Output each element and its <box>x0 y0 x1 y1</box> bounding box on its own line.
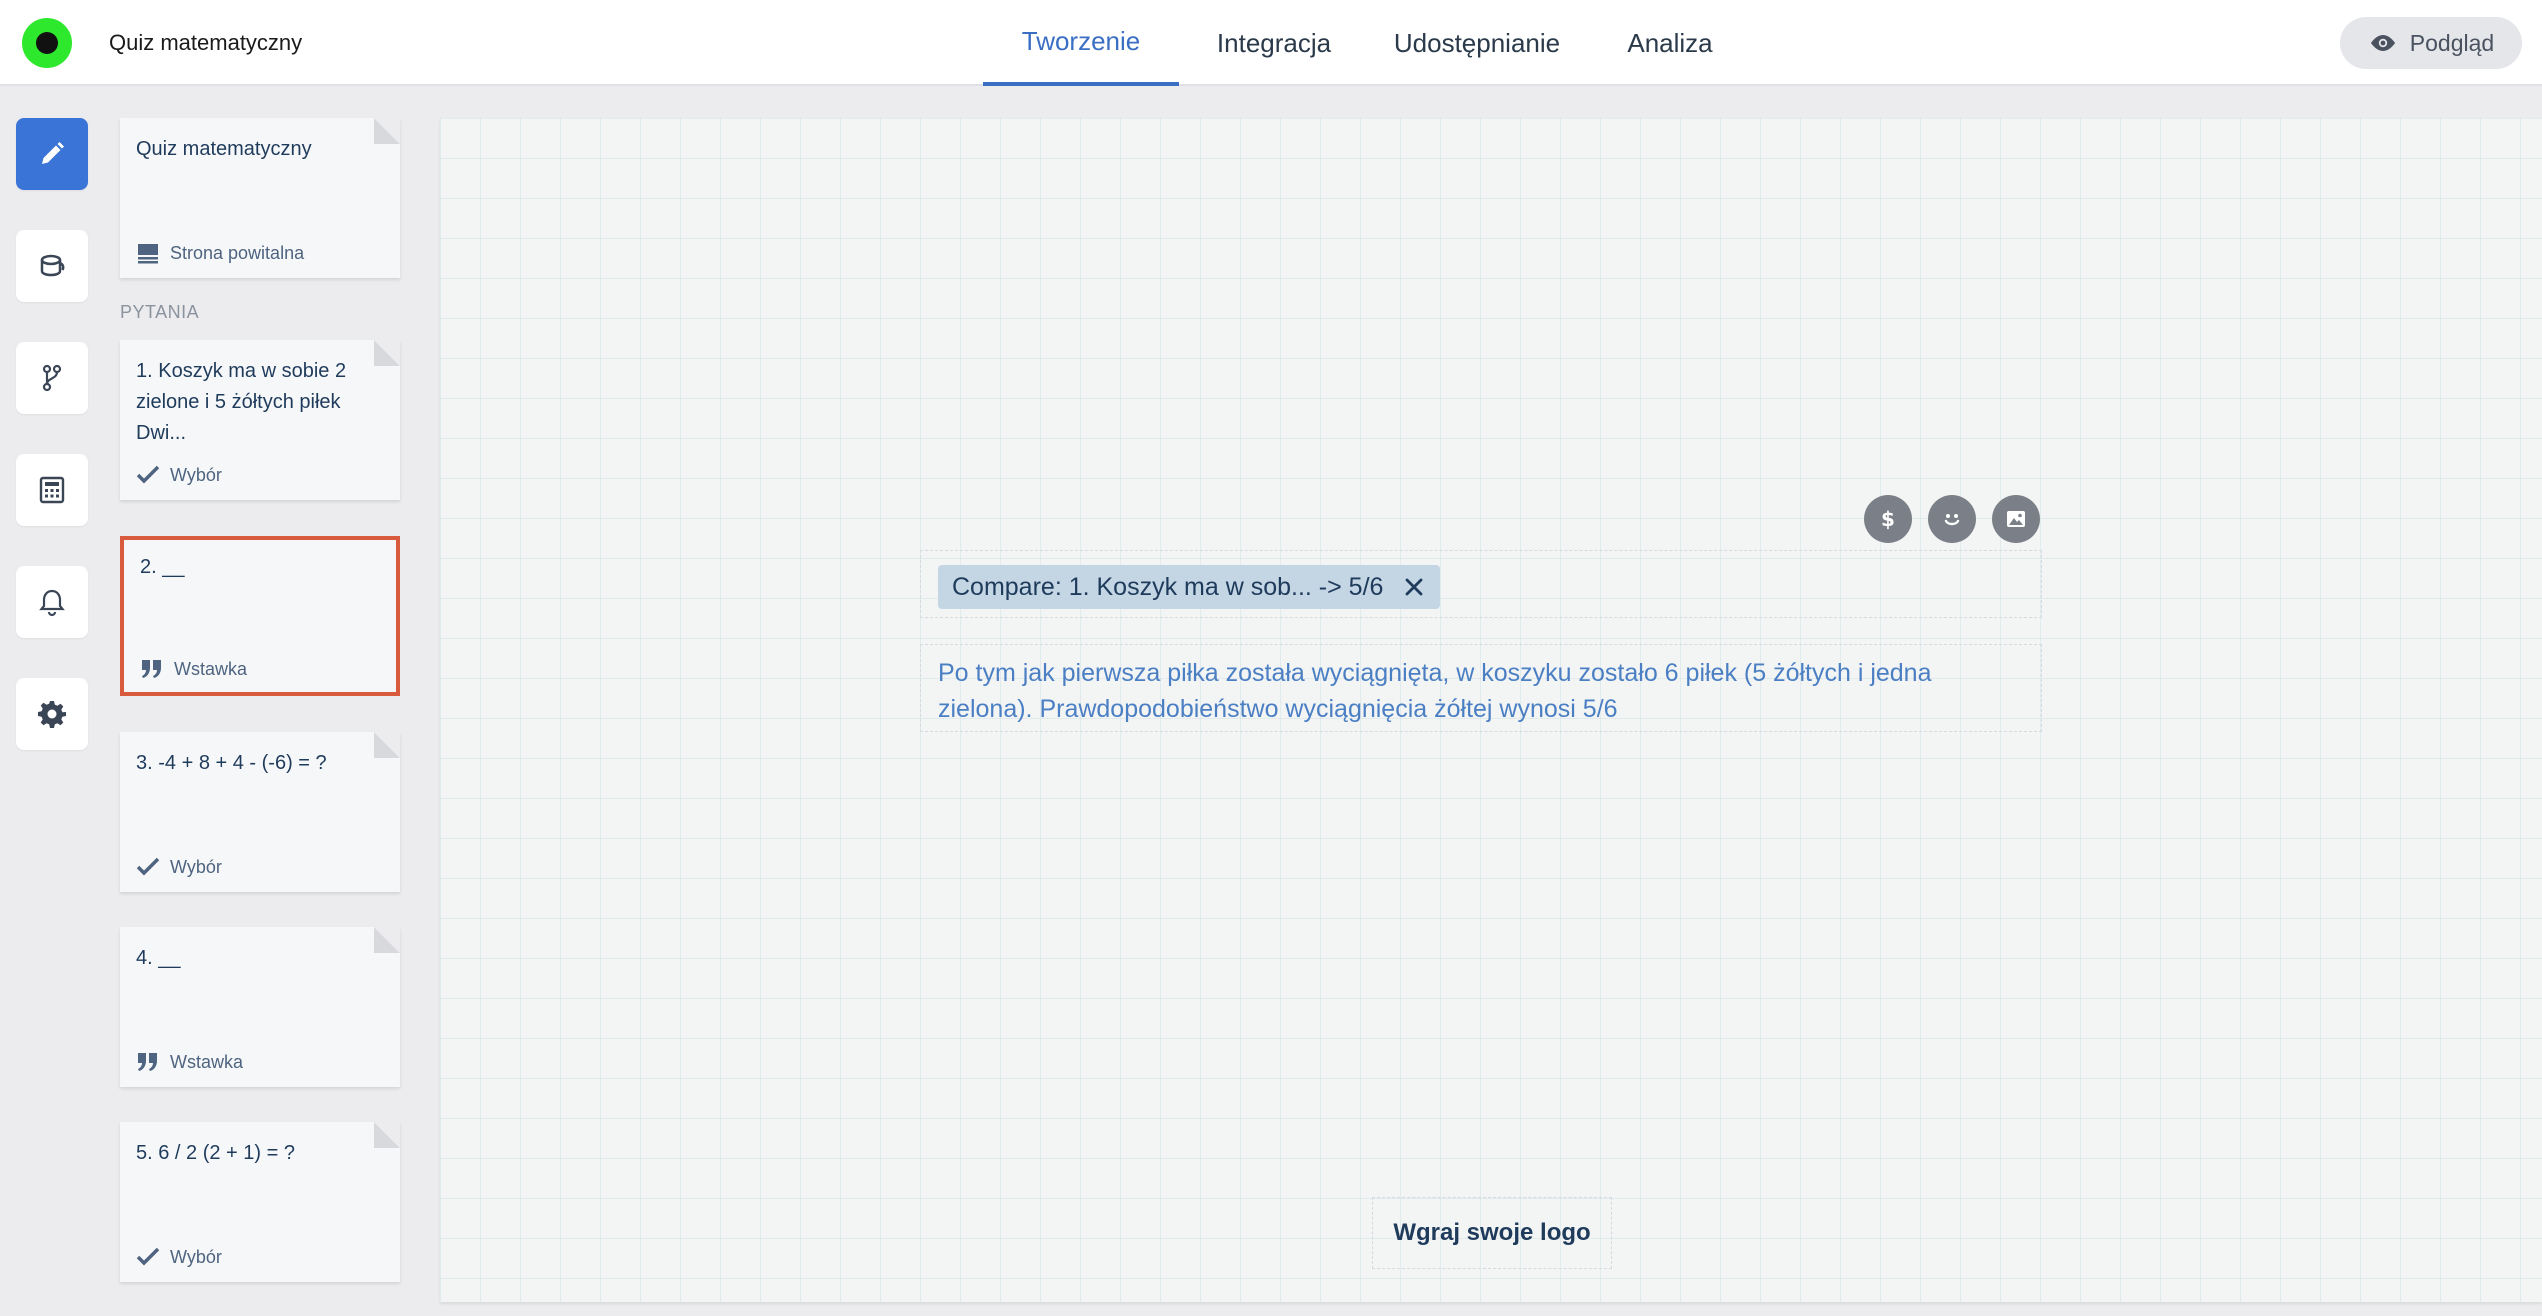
card-type: Wybór <box>136 1246 222 1268</box>
rail-notifications-button[interactable] <box>16 566 88 638</box>
checkmark-icon <box>136 857 160 876</box>
tab-udostepnianie[interactable]: Udostępnianie <box>1369 0 1585 86</box>
card-fold <box>374 340 400 366</box>
add-emoji-button[interactable] <box>1928 495 1976 543</box>
card-type-label: Wstawka <box>174 658 248 679</box>
compare-chip[interactable]: Compare: 1. Koszyk ma w sob... -> 5/6 <box>938 565 1440 609</box>
quote-icon <box>142 660 161 678</box>
question-card-selected[interactable]: 2. __ Wstawka <box>120 536 400 696</box>
question-card[interactable]: 3. -4 + 8 + 4 - (-6) = ? Wybór <box>120 732 400 892</box>
card-type-label: Wybór <box>170 1246 222 1267</box>
checkmark-icon <box>136 465 160 484</box>
quote-icon <box>138 1053 157 1071</box>
rail-logic-button[interactable] <box>16 342 88 414</box>
card-type-label: Wybór <box>170 464 222 485</box>
welcome-page-card[interactable]: Quiz matematyczny Strona powitalna <box>120 118 400 278</box>
app-logo[interactable] <box>22 18 72 68</box>
branch-icon <box>42 364 62 392</box>
paint-bucket-icon <box>40 254 65 277</box>
card-type: Wstawka <box>140 658 247 680</box>
compare-chip-label: Compare: 1. Koszyk ma w sob... -> 5/6 <box>952 572 1384 601</box>
add-score-button[interactable]: $ <box>1864 495 1912 543</box>
question-text: 1. Koszyk ma w sobie 2 zielone i 5 żółty… <box>136 360 347 444</box>
main-tabs: Tworzenie Integracja Udostępnianie Anali… <box>983 0 1755 86</box>
question-card[interactable]: 4. __ Wstawka <box>120 927 400 1087</box>
app-title: Quiz matematyczny <box>109 30 303 55</box>
rail-settings-button[interactable] <box>16 678 88 750</box>
calculator-icon <box>39 476 65 504</box>
questions-section-label: PYTANIA <box>120 302 200 322</box>
welcome-card-title: Quiz matematyczny <box>136 138 312 160</box>
question-text: 3. -4 + 8 + 4 - (-6) = ? <box>136 752 327 774</box>
preview-label: Podgląd <box>2409 29 2495 56</box>
question-text: 4. __ <box>136 947 181 969</box>
top-bar: Quiz matematyczny Tworzenie Integracja U… <box>0 0 2542 86</box>
card-type: Wstawka <box>136 1051 243 1073</box>
card-fold <box>374 732 400 758</box>
card-type: Wybór <box>136 856 222 878</box>
card-fold <box>374 1122 400 1148</box>
upload-logo-button[interactable]: Wgraj swoje logo <box>1372 1197 1612 1269</box>
bell-icon <box>39 589 65 617</box>
preview-button[interactable]: Podgląd <box>2340 17 2522 69</box>
welcome-page-icon <box>138 244 158 264</box>
card-type-label: Strona powitalna <box>170 242 305 263</box>
rail-edit-button[interactable] <box>16 118 88 190</box>
image-icon <box>2007 511 2025 527</box>
answer-text-box[interactable]: Po tym jak pierwsza piłka została wyciąg… <box>920 644 2042 732</box>
svg-text:$: $ <box>1881 507 1895 531</box>
tab-analiza[interactable]: Analiza <box>1585 0 1755 86</box>
eye-icon <box>2370 35 2395 51</box>
question-card[interactable]: 5. 6 / 2 (2 + 1) = ? Wybór <box>120 1122 400 1282</box>
checkmark-icon <box>136 1247 160 1266</box>
card-fold <box>374 927 400 953</box>
tab-integracja[interactable]: Integracja <box>1179 0 1369 86</box>
card-type: Strona powitalna <box>136 242 304 264</box>
rail-design-button[interactable] <box>16 230 88 302</box>
pencil-icon <box>42 142 64 164</box>
tab-tworzenie[interactable]: Tworzenie <box>983 0 1179 86</box>
question-text: 2. __ <box>140 556 185 578</box>
add-image-button[interactable] <box>1992 495 2040 543</box>
card-type: Wybór <box>136 464 222 486</box>
smiley-icon <box>1944 514 1960 526</box>
card-type-label: Wybór <box>170 856 222 877</box>
rail-calculator-button[interactable] <box>16 454 88 526</box>
question-card[interactable]: 1. Koszyk ma w sobie 2 zielone i 5 żółty… <box>120 340 400 500</box>
dollar-icon: $ <box>1881 507 1895 531</box>
logo-dot <box>36 32 58 54</box>
card-type-label: Wstawka <box>170 1051 244 1072</box>
question-text: 5. 6 / 2 (2 + 1) = ? <box>136 1142 295 1164</box>
gear-icon <box>38 701 66 728</box>
card-fold <box>374 118 400 144</box>
close-icon[interactable] <box>1402 575 1426 599</box>
